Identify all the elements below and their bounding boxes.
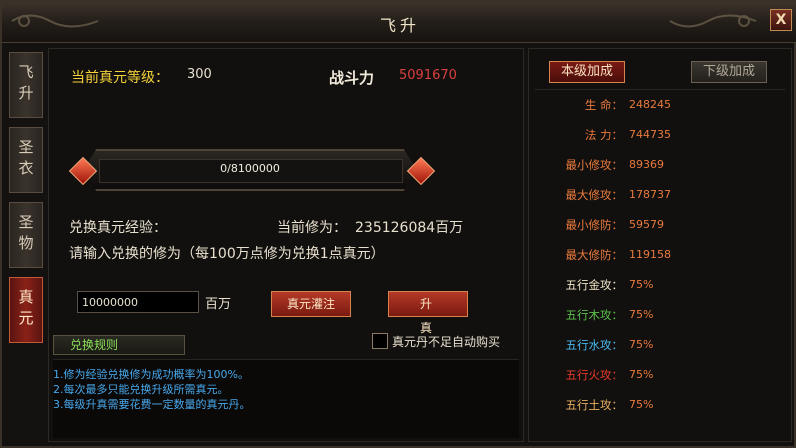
stat-value: 119158 [629,248,671,261]
title-bar[interactable]: 飞升 X [2,2,796,43]
stat-label: 最大修攻： [565,188,624,202]
tab-feisheng[interactable]: 飞升 [9,52,43,118]
level-value: 300 [187,67,212,82]
exchange-label: 兑换真元经验： [69,220,167,236]
side-tabs: 飞升 圣衣 圣物 真元 [9,52,45,352]
stat-value: 75% [629,278,654,291]
stat-value: 75% [629,368,654,381]
stat-label: 最小修攻： [565,158,624,172]
stat-value: 744735 [629,128,671,141]
cultivation-input[interactable] [77,291,199,313]
stat-value: 75% [629,308,654,321]
tab-current-level-bonus[interactable]: 本级加成 [549,61,625,83]
current-cultivation-label: 当前修为： [277,220,347,236]
stat-label: 生 命： [584,98,623,112]
stat-label: 五行火攻： [565,368,624,382]
experience-progress-bar: 0/8100000 [65,147,436,193]
bonus-panel: 本级加成 下级加成 生 命： 248245 法 力： 744735 最小修攻： 89369… [528,48,792,442]
stat-value: 89369 [629,158,664,171]
tab-shengyi[interactable]: 圣衣 [9,127,43,193]
rule-item: 1.修为经验兑换修为成功概率为100%。 [53,368,249,381]
power-value: 5091670 [399,68,457,83]
title-ornament-right [669,14,757,28]
stat-value: 178737 [629,188,671,201]
exchange-rules-button[interactable]: 兑换规则 [53,335,185,355]
input-unit: 百万 [205,297,232,312]
stat-value: 75% [629,398,654,411]
auto-buy-checkbox[interactable] [372,333,388,349]
stat-label: 五行水攻： [565,338,624,352]
current-cultivation-value: 235126084百万 [355,220,464,236]
inject-button[interactable]: 真元灌注 [271,291,351,317]
zhenyuan-panel: 当前真元等级： 300 战斗力 5091670 0/8100000 兑换真元经验… [48,48,524,442]
progress-text: 0/8100000 [220,162,280,175]
stat-value: 75% [629,338,654,351]
close-button[interactable]: X [770,9,792,31]
feisheng-window: 飞升 X 飞升 圣衣 圣物 真元 当前真元等级： 300 战斗力 5091670… [0,0,796,448]
tab-zhenyuan[interactable]: 真元 [9,277,43,343]
tab-shengwu[interactable]: 圣物 [9,202,43,268]
stat-label: 五行土攻： [565,398,624,412]
upgrade-button[interactable]: 升 真 [388,291,468,335]
rules-list: 1.修为经验兑换修为成功概率为100%。 2.每次最多只能兑换升级所需真元。 3… [53,359,519,438]
stat-label: 五行金攻： [565,278,624,292]
power-label: 战斗力 [329,69,375,87]
tab-next-level-bonus[interactable]: 下级加成 [691,61,767,83]
auto-buy-label: 真元丹不足自动购买 [392,335,501,349]
stat-label: 五行木攻： [565,308,624,322]
level-label: 当前真元等级： [71,70,169,86]
rule-item: 2.每次最多只能兑换升级所需真元。 [53,383,229,396]
rule-item: 3.每级升真需要花费一定数量的真元丹。 [53,398,251,411]
stat-label: 最小修防： [565,218,624,232]
stat-value: 248245 [629,98,671,111]
exchange-instruction: 请输入兑换的修为（每100万点修为兑换1点真元） [69,246,385,262]
divider [535,89,785,90]
stat-value: 59579 [629,218,664,231]
stat-label: 最大修防： [565,248,624,262]
stat-label: 法 力： [584,128,623,142]
